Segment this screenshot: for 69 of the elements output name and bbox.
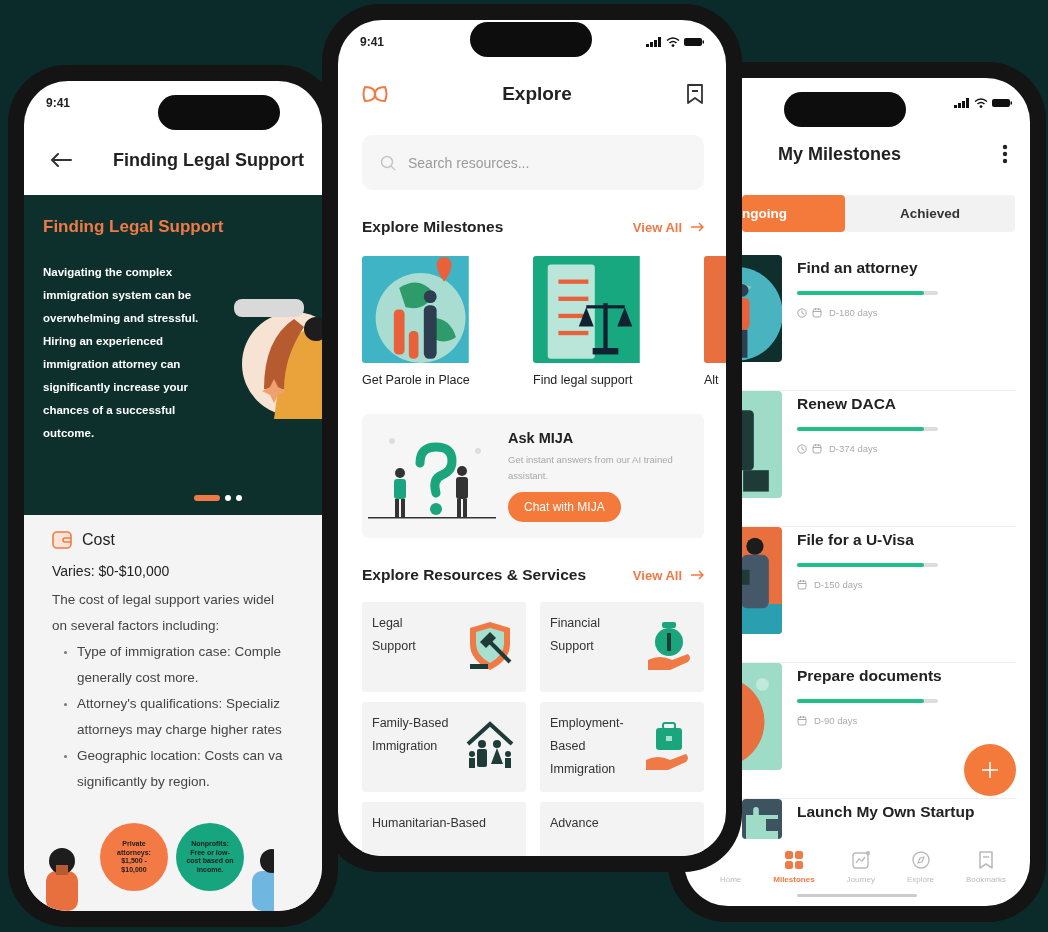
arrow-right-icon — [690, 570, 704, 580]
search-icon — [380, 154, 396, 171]
search-field[interactable]: Search resources... — [362, 135, 704, 190]
clock-icon — [797, 307, 807, 318]
page-dot[interactable] — [224, 495, 231, 501]
chart-icon — [850, 850, 871, 870]
grid-icon — [783, 850, 804, 870]
milestone-title[interactable]: Launch My Own Startup — [797, 803, 975, 821]
banner-title: Finding Legal Support — [43, 217, 225, 237]
logo-icon[interactable] — [362, 84, 388, 104]
resource-tile[interactable]: Financial Support — [540, 602, 704, 692]
search-input[interactable]: Search resources... — [406, 153, 670, 172]
banner-text: Navigating the complex immigration system can be overwhelming and stressful. Hiring an experienced immigration attorney can significantly increase your chances of a successful outcome. — [43, 265, 200, 441]
screen-title: My Milestones — [778, 143, 902, 165]
resource-tile[interactable]: Family-Based Immigration — [362, 702, 526, 792]
paragraph: The cost of legal support varies widel on several factors including: — [52, 591, 276, 635]
card-caption[interactable]: Get Parole in Place — [362, 373, 470, 387]
signal-icon — [954, 98, 970, 108]
clock-icon — [797, 443, 807, 454]
resource-tile[interactable]: Legal Support — [362, 602, 526, 692]
status-time: 9:41 — [46, 96, 71, 110]
screen-title: Finding Legal Support — [113, 149, 304, 171]
due-date: D-180 days — [829, 307, 878, 318]
bullet-icon — [64, 703, 67, 706]
calendar-icon — [812, 443, 822, 454]
milestone-title[interactable]: Find an attorney — [797, 259, 918, 277]
milestone-title[interactable]: Prepare documents — [797, 667, 942, 685]
section-heading: Explore Milestones — [362, 218, 504, 236]
arrow-right-icon — [690, 222, 704, 232]
due-date: D-90 days — [814, 715, 858, 726]
due-date: D-374 days — [829, 443, 878, 454]
cost-range: Varies: $0-$10,000 — [52, 563, 171, 579]
bullet-icon — [64, 651, 67, 654]
bullet-icon — [64, 755, 67, 758]
resource-tile[interactable]: Advance — [540, 802, 704, 856]
page-dot[interactable] — [235, 495, 242, 501]
section-heading: Explore Resources & Services — [362, 566, 586, 584]
plus-icon — [981, 761, 999, 779]
card-caption[interactable]: Alt — [704, 373, 719, 387]
milestone-title[interactable]: File for a U-Visa — [797, 531, 914, 549]
add-button[interactable] — [964, 744, 1016, 796]
wifi-icon — [666, 37, 680, 47]
signal-icon — [646, 37, 662, 47]
bullet-text: Attorney's qualifications: Specializ attorneys may charge higher rates — [77, 695, 282, 739]
screen-title: Explore — [502, 83, 572, 105]
resource-tile[interactable]: Humanitarian-Based — [362, 802, 526, 856]
calendar-icon — [797, 715, 807, 726]
back-arrow-icon[interactable] — [50, 152, 72, 168]
card-caption[interactable]: Find legal support — [533, 373, 633, 387]
bookmark-icon[interactable] — [686, 83, 704, 105]
compass-icon — [910, 850, 931, 870]
battery-icon — [992, 98, 1012, 108]
more-icon[interactable] — [1002, 144, 1008, 164]
card-title: Ask MIJA — [508, 430, 574, 446]
calendar-icon — [797, 579, 807, 590]
calendar-icon — [812, 307, 822, 318]
bullet-text: Geographic location: Costs can va significantly by region. — [77, 747, 283, 791]
bookmark-icon — [976, 850, 996, 870]
status-time: 9:41 — [360, 35, 385, 49]
wallet-icon — [52, 531, 72, 549]
bullet-text: Type of immigration case: Comple generally cost more. — [77, 643, 282, 687]
resource-tile[interactable]: Employment-Based Immigration — [540, 702, 704, 792]
battery-icon — [684, 37, 704, 47]
wifi-icon — [974, 98, 988, 108]
milestone-title[interactable]: Renew DACA — [797, 395, 897, 413]
due-date: D-150 days — [814, 579, 863, 590]
section-heading: Cost — [82, 531, 115, 549]
card-text: Get instant answers from our AI trained assistant. — [508, 453, 674, 483]
tab[interactable]: Achieved — [845, 195, 1015, 232]
